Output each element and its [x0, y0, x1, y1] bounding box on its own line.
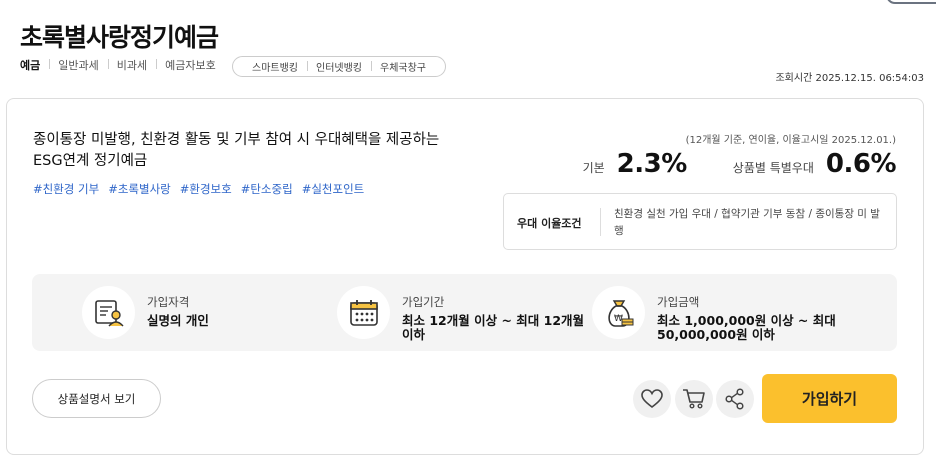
eligibility-item: 가입자격 실명의 개인	[82, 286, 347, 339]
tag-general-tax: 일반과세	[49, 57, 107, 73]
heart-icon[interactable]	[633, 380, 671, 418]
top-right-decoration	[886, 0, 936, 4]
rate-row: 기본 2.3% 상품별 특별우대 0.6%	[582, 149, 897, 179]
amount-value: 최소 1,000,000원 이상 ~ 최대 50,000,000원 이하	[657, 313, 836, 342]
bonus-rate-label: 상품별 특별우대	[732, 161, 814, 175]
amount-label: 가입금액	[657, 295, 700, 309]
eligibility-label: 가입자격	[147, 295, 190, 309]
channel-internet-banking: 인터넷뱅킹	[307, 59, 371, 74]
period-label: 가입기간	[402, 295, 445, 309]
preference-conditions: 친환경 실천 가입 우대 / 협약기관 기부 동참 / 종이통장 미 발행	[614, 208, 880, 237]
preference-box: 우대 이율조건 친환경 실천 가입 우대 / 협약기관 기부 동참 / 종이통장…	[503, 193, 897, 250]
channel-post-office-counter: 우체국창구	[371, 59, 435, 74]
rate-note: (12개월 기준, 연이율, 이율고시일 2025.12.01.)	[685, 135, 896, 146]
tag-tax-free: 비과세	[107, 57, 156, 73]
tag-deposit: 예금	[20, 59, 41, 72]
base-rate-value: 2.3%	[616, 149, 688, 179]
id-document-icon	[82, 286, 135, 339]
amount-item: ₩ 가입금액 최소 1,000,000원 이상 ~ 최대 50,000,000원…	[592, 286, 847, 342]
product-description: 종이통장 미발행, 친환경 활동 및 기부 참여 시 우대혜택을 제공하는 ES…	[33, 132, 440, 169]
channel-smart-banking: 스마트뱅킹	[252, 63, 298, 74]
cart-icon[interactable]	[675, 380, 713, 418]
info-panel: 가입자격 실명의 개인 가입기간 최소 12개월 이상 ~ 최대 12개월 이하	[32, 274, 897, 351]
period-item: 가입기간 최소 12개월 이상 ~ 최대 12개월 이하	[337, 286, 592, 342]
preference-label: 우대 이율조건	[517, 217, 582, 230]
product-document-button[interactable]: 상품설명서 보기	[32, 379, 161, 418]
hashtag-item[interactable]: #초록별사랑	[108, 181, 171, 197]
hashtag-item[interactable]: #친환경 기부	[33, 181, 99, 197]
period-value: 최소 12개월 이상 ~ 최대 12개월 이하	[402, 313, 585, 342]
hashtag-item[interactable]: #환경보호	[180, 181, 232, 197]
page-title: 초록별사랑정기예금	[20, 23, 219, 52]
bonus-rate-value: 0.6%	[825, 149, 897, 179]
preference-divider	[600, 208, 601, 236]
share-icon[interactable]	[716, 380, 754, 418]
hashtag-item[interactable]: #실천포인트	[302, 181, 365, 197]
lookup-time: 조회시간 2025.12.15. 06:54:03	[775, 73, 924, 84]
money-bag-icon: ₩	[592, 286, 645, 339]
hashtag-list: #친환경 기부 #초록별사랑 #환경보호 #탄소중립 #실천포인트	[33, 181, 364, 197]
tag-depositor-protection: 예금자보호	[156, 57, 225, 73]
hashtag-item[interactable]: #탄소중립	[241, 181, 293, 197]
eligibility-value: 실명의 개인	[147, 313, 209, 328]
product-tags: 예금 일반과세 비과세 예금자보호	[20, 57, 225, 73]
channel-list: 스마트뱅킹 인터넷뱅킹 우체국창구	[232, 56, 446, 77]
join-button[interactable]: 가입하기	[762, 374, 897, 423]
calendar-icon	[337, 286, 390, 339]
base-rate-label: 기본	[582, 161, 605, 175]
